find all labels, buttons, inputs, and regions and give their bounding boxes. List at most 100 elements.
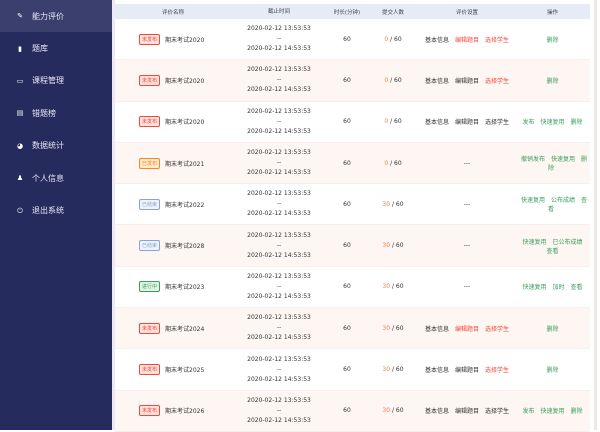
sidebar-item-4[interactable]: ◕ 数据统计	[0, 130, 112, 162]
action-link[interactable]: 撤销发布	[521, 156, 545, 163]
action-link[interactable]: 快速复用	[540, 408, 564, 415]
evaluation-name: 期末考试2020	[165, 119, 205, 127]
monitor-icon: ▭	[16, 76, 24, 85]
time-separator: --	[276, 76, 282, 84]
submitted-count: 0	[384, 118, 389, 126]
time-separator: --	[276, 282, 282, 290]
submitted-count: 0	[384, 159, 389, 167]
setting-link[interactable]: 选择学生	[485, 119, 509, 126]
setting-link[interactable]: 选择学生	[485, 367, 509, 374]
sidebar-item-label: 题库	[32, 44, 48, 54]
setting-link[interactable]: 编辑题目	[455, 78, 479, 85]
evaluation-name: 期末考试2025	[165, 367, 205, 375]
start-time: 2020-02-12 13:53:53	[247, 231, 311, 239]
action-link[interactable]: 快速复用	[522, 239, 546, 246]
sidebar-item-0[interactable]: ✎ 能力评价	[0, 0, 112, 33]
table-header: 评价名称 截止时间 时长(分钟) 提交人数 评价设置 操作	[115, 4, 590, 19]
action-link[interactable]: 公布成绩	[551, 197, 575, 204]
submitted-count: 30	[382, 242, 391, 250]
action-link[interactable]: 删除	[546, 326, 558, 333]
action-link[interactable]: 快速复用	[522, 284, 546, 291]
setting-link[interactable]: 基本信息	[425, 37, 449, 44]
document-icon: ▤	[16, 109, 24, 118]
table-row: 未发布 期末考试2020 2020-02-12 13:53:53 -- 2020-02…	[115, 60, 590, 102]
setting-link[interactable]: 选择学生	[485, 37, 509, 44]
end-time: 2020-02-12 14:53:53	[247, 292, 311, 300]
scrollbar[interactable]	[594, 0, 597, 430]
action-link[interactable]: 查看	[571, 284, 583, 291]
evaluation-name: 期末考试2028	[165, 243, 205, 251]
total-count: / 60	[390, 76, 402, 84]
sidebar-item-2[interactable]: ▭ 课程管理	[0, 65, 112, 97]
submitted-count: 30	[382, 366, 391, 374]
sidebar-item-6[interactable]: ⏻ 退出系统	[0, 194, 112, 226]
setting-link[interactable]: 基本信息	[425, 408, 449, 415]
action-link[interactable]: 查看	[546, 248, 558, 255]
evaluation-name: 期末考试2020	[165, 77, 205, 85]
setting-link[interactable]: 编辑题目	[455, 119, 479, 126]
sidebar: ✎ 能力评价 ▮ 题库 ▭ 课程管理 ▤ 错题榜 ◕ 数据统计 ♟ 个人信息 ⏻ 退出系统	[0, 0, 112, 430]
setting-link[interactable]: 编辑题目	[455, 326, 479, 333]
time-separator: --	[276, 324, 282, 332]
action-link[interactable]: 删除	[571, 408, 583, 415]
action-link[interactable]: 发布	[522, 408, 534, 415]
evaluation-name: 期末考试2020	[165, 36, 205, 44]
table-row: 未发布 期末考试2020 2020-02-12 13:53:53 -- 2020-02…	[115, 19, 590, 61]
end-time: 2020-02-12 14:53:53	[247, 334, 311, 342]
submitted-count: 30	[382, 324, 391, 332]
sidebar-item-5[interactable]: ♟ 个人信息	[0, 162, 112, 194]
action-link[interactable]: 已公布成绩	[553, 239, 583, 246]
status-badge: 未发布	[139, 33, 161, 45]
time-separator: --	[276, 200, 282, 208]
setting-link[interactable]: 基本信息	[425, 326, 449, 333]
evaluation-name: 期末考试2022	[165, 201, 205, 209]
user-icon: ♟	[16, 174, 24, 183]
action-link[interactable]: 删除	[546, 37, 558, 44]
setting-link[interactable]: 选择学生	[485, 78, 509, 85]
action-link[interactable]: 删除	[571, 119, 583, 126]
sidebar-item-3[interactable]: ▤ 错题榜	[0, 97, 112, 129]
status-badge: 已结束	[139, 198, 161, 210]
action-link[interactable]: 发布	[522, 119, 534, 126]
setting-link[interactable]: 编辑题目	[455, 367, 479, 374]
settings-placeholder: ---	[463, 159, 471, 167]
status-badge: 未发布	[139, 74, 161, 86]
sidebar-item-1[interactable]: ▮ 题库	[0, 32, 112, 64]
duration: 60	[343, 324, 351, 332]
start-time: 2020-02-12 13:53:53	[247, 190, 311, 198]
sidebar-item-label: 个人信息	[32, 173, 64, 183]
setting-link[interactable]: 基本信息	[425, 78, 449, 85]
action-link[interactable]: 快速复用	[551, 156, 575, 163]
pie-chart-icon: ◕	[16, 141, 24, 150]
duration: 60	[343, 407, 351, 415]
end-time: 2020-02-12 14:53:53	[247, 375, 311, 383]
start-time: 2020-02-12 13:53:53	[247, 107, 311, 115]
action-link[interactable]: 快速复用	[521, 197, 545, 204]
setting-link[interactable]: 基本信息	[425, 119, 449, 126]
start-time: 2020-02-12 13:53:53	[247, 25, 311, 33]
setting-link[interactable]: 基本信息	[425, 367, 449, 374]
power-icon: ⏻	[17, 206, 23, 215]
total-count: / 60	[391, 283, 404, 291]
action-link[interactable]: 删除	[546, 367, 558, 374]
end-time: 2020-02-12 14:53:53	[247, 251, 311, 259]
action-link[interactable]: 加时	[552, 284, 564, 291]
start-time: 2020-02-12 13:53:53	[247, 314, 311, 322]
table-row: 进行中 期末考试2023 2020-02-12 13:53:53 -- 2020-02…	[115, 267, 590, 309]
setting-link[interactable]: 编辑题目	[455, 37, 479, 44]
action-link[interactable]: 快速复用	[540, 119, 564, 126]
table-row: 已结束 期末考试2022 2020-02-12 13:53:53 -- 2020-02…	[115, 184, 590, 226]
start-time: 2020-02-12 13:53:53	[247, 272, 311, 280]
pencil-icon: ✎	[17, 12, 23, 21]
sidebar-item-label: 数据统计	[32, 141, 64, 151]
setting-link[interactable]: 选择学生	[485, 326, 509, 333]
end-time: 2020-02-12 14:53:53	[247, 86, 311, 94]
start-time: 2020-02-12 13:53:53	[247, 396, 311, 404]
header-actions: 操作	[546, 9, 558, 16]
setting-link[interactable]: 选择学生	[485, 408, 509, 415]
setting-link[interactable]: 编辑题目	[455, 408, 479, 415]
header-name: 评价名称	[161, 9, 184, 16]
action-link[interactable]: 删除	[546, 78, 558, 85]
total-count: / 60	[390, 118, 402, 126]
status-badge: 未发布	[139, 405, 161, 417]
